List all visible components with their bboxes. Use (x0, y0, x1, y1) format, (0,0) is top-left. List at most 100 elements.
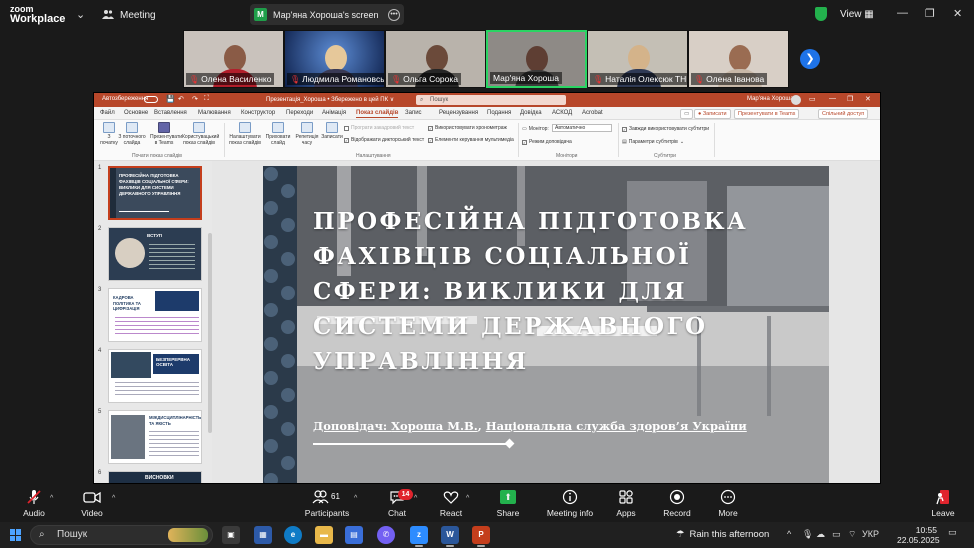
tab-slideshow[interactable]: Показ слайдів (356, 110, 399, 118)
tab-record[interactable]: Запис (405, 110, 422, 116)
undo-icon[interactable]: ↶ (178, 95, 184, 103)
avatar[interactable] (791, 95, 801, 105)
tab-help[interactable]: Довідка (520, 110, 542, 116)
slide-speaker-line[interactable]: Доповідач: Хороша М.В., Національна служ… (313, 419, 747, 433)
present-in-teams-button[interactable]: Презентувати в Teams (734, 109, 800, 119)
tab-animations[interactable]: Анімація (322, 110, 346, 116)
hide-slide-button[interactable]: Приховати слайд (264, 122, 292, 146)
screen-share-indicator[interactable]: M Мар'яна Хороша's screen ••• (250, 4, 404, 25)
taskbar-search[interactable]: ⌕ Пошук (30, 525, 213, 545)
apps-button[interactable]: Apps (612, 489, 640, 518)
tab-transitions[interactable]: Переходи (286, 110, 313, 116)
video-button[interactable]: Video (78, 489, 106, 518)
participant-tile[interactable]: 🎙Наталія Олексюк ТНПУ (587, 30, 688, 88)
tab-insert[interactable]: Вставлення (154, 110, 187, 116)
share-screen-button[interactable]: ⬆ Share (493, 489, 523, 518)
share-button[interactable]: Спільний доступ (818, 109, 869, 119)
react-button[interactable]: React (436, 489, 466, 518)
participant-tile-active-speaker[interactable]: Мар'яна Хороша (486, 30, 587, 88)
wifi-icon[interactable]: ⌔ (848, 529, 856, 540)
meeting-info-button[interactable]: Meeting info (544, 489, 596, 518)
ribbon-display-icon[interactable]: ▭ (809, 95, 816, 103)
taskbar-clock[interactable]: 10:55 22.05.2025 (897, 525, 940, 545)
audio-button[interactable]: Audio (20, 489, 48, 518)
show-narrations-checkbox[interactable]: ✓ Відображати дикторський текст (344, 137, 424, 143)
slide-thumbnail-4[interactable]: БЕЗПЕРЕРВНА ОСВІТА (108, 349, 202, 403)
play-narrations-checkbox[interactable]: Програти закадровий текст (344, 125, 414, 131)
participant-tile[interactable]: 🎙 Олена Іванова (688, 30, 789, 88)
redo-icon[interactable]: ↷ (192, 95, 198, 103)
chevron-up-icon[interactable]: ^ (50, 495, 53, 502)
participants-button[interactable]: 61 Participants (304, 489, 350, 518)
tab-home[interactable]: Основне (124, 110, 148, 116)
autosave-toggle[interactable] (144, 96, 158, 103)
subtitle-settings-button[interactable]: ▤ Параметри субтитрів ⌄ (622, 139, 684, 145)
show-media-controls-checkbox[interactable]: ✓ Елементи керування мультимедіа (428, 137, 514, 143)
battery-icon[interactable]: ▭ (832, 529, 841, 540)
calculator-app-icon[interactable]: ▦ (254, 526, 272, 544)
setup-show-button[interactable]: Налаштувати показ слайдів (228, 122, 262, 146)
participant-tile[interactable]: 🎙 Ольга Сорока (385, 30, 486, 88)
powerpoint-app-icon[interactable]: P (472, 526, 490, 547)
chevron-down-icon[interactable]: ⌄ (76, 8, 85, 21)
ppt-user-name[interactable]: Мар'яна Хороша (747, 96, 794, 102)
chevron-up-icon[interactable]: ^ (414, 495, 417, 502)
slide-thumbnail-2[interactable]: ВСТУП (108, 227, 202, 281)
slide-thumbnail-5[interactable]: МІЖДИСЦИПЛІНАРНІСТЬ ТА ЯКІСТЬ (108, 410, 202, 464)
mic-tray-icon[interactable]: 🎙 (802, 529, 813, 540)
slideshow-icon[interactable]: ⛶ (204, 95, 209, 103)
chevron-up-icon[interactable]: ^ (112, 495, 115, 502)
weather-widget[interactable]: ☂ Rain this afternoon (676, 529, 769, 540)
close-icon[interactable]: ✕ (865, 95, 871, 103)
rehearse-timings-button[interactable]: Репетиція часу (294, 122, 320, 146)
more-options-icon[interactable]: ••• (388, 8, 400, 21)
next-page-button[interactable]: ❯ (800, 49, 820, 69)
slide-thumbnail-3[interactable]: КАДРОВА ПОЛІТИКА ТА ЦИФРІЗАЦІЯ (108, 288, 202, 342)
notifications-icon[interactable]: ▭ (948, 527, 957, 538)
current-slide[interactable]: ПРОФЕСІЙНА ПІДГОТОВКА ФАХІВЦІВ СОЦІАЛЬНО… (263, 166, 829, 483)
tab-file[interactable]: Файл (100, 110, 115, 116)
chevron-up-icon[interactable]: ^ (787, 529, 791, 539)
participant-tile[interactable]: 🎙Людмила Романовська (284, 30, 385, 88)
edge-browser-icon[interactable]: e (284, 526, 302, 544)
close-icon[interactable]: ✕ (953, 7, 962, 20)
zoom-app-icon[interactable]: z (410, 526, 428, 547)
custom-show-button[interactable]: Користувацький показ слайдів (182, 122, 219, 146)
minimize-icon[interactable]: — (897, 7, 908, 19)
restore-icon[interactable]: ❐ (925, 7, 935, 20)
record-button-zoom[interactable]: Record (662, 489, 692, 518)
tab-askod[interactable]: АСКОД (552, 110, 572, 116)
more-button[interactable]: More (714, 489, 742, 518)
save-icon[interactable]: 💾 (166, 95, 175, 103)
meeting-menu[interactable]: Meeting (102, 9, 156, 22)
present-teams-ribbon-button[interactable]: Презентувати в Teams (150, 122, 182, 146)
tab-design[interactable]: Конструктор (241, 110, 275, 116)
task-view-icon[interactable]: ▣ (222, 526, 240, 544)
from-current-button[interactable]: З поточного слайда (118, 122, 146, 146)
tab-draw[interactable]: Малювання (198, 110, 231, 116)
slide-thumbnail-1[interactable]: ПРОФЕСІЙНА ПІДГОТОВКА ФАХІВЦІВ СОЦІАЛЬНО… (108, 166, 202, 220)
chevron-up-icon[interactable]: ^ (354, 495, 357, 502)
tab-view[interactable]: Подання (487, 110, 511, 116)
tab-review[interactable]: Рецензування (439, 110, 478, 116)
participant-tile[interactable]: 🎙 Олена Василенко (183, 30, 284, 88)
from-start-button[interactable]: З початку (98, 122, 120, 146)
restore-icon[interactable]: ❐ (847, 95, 853, 103)
always-subtitles-checkbox[interactable]: ✓ Завжди використовувати субтитри (622, 126, 709, 132)
leave-button[interactable]: Leave (928, 489, 958, 518)
use-timings-checkbox[interactable]: ✓ Використовувати хронометраж (428, 125, 507, 131)
slide-thumbnail-6[interactable]: ВИСНОВКИ (108, 471, 202, 483)
record-button[interactable]: ● Записати (694, 109, 731, 119)
word-app-icon[interactable]: W (441, 526, 459, 547)
viber-app-icon[interactable]: ✆ (377, 526, 395, 544)
slide-title[interactable]: ПРОФЕСІЙНА ПІДГОТОВКА ФАХІВЦІВ СОЦІАЛЬНО… (313, 204, 793, 379)
store-app-icon[interactable]: ▤ (345, 526, 363, 544)
record-slideshow-button[interactable]: Записати (320, 122, 344, 140)
presenter-view-checkbox[interactable]: ✓ Режим доповідача (522, 139, 572, 145)
windows-start-icon[interactable] (10, 529, 22, 541)
file-explorer-icon[interactable]: ▬ (315, 526, 333, 544)
ppt-search-box[interactable]: ⌕ Пошук (416, 95, 566, 105)
monitor-select[interactable]: Автоматично (552, 124, 612, 132)
onedrive-icon[interactable]: ☁ (816, 529, 825, 540)
security-shield-icon[interactable] (815, 7, 827, 21)
